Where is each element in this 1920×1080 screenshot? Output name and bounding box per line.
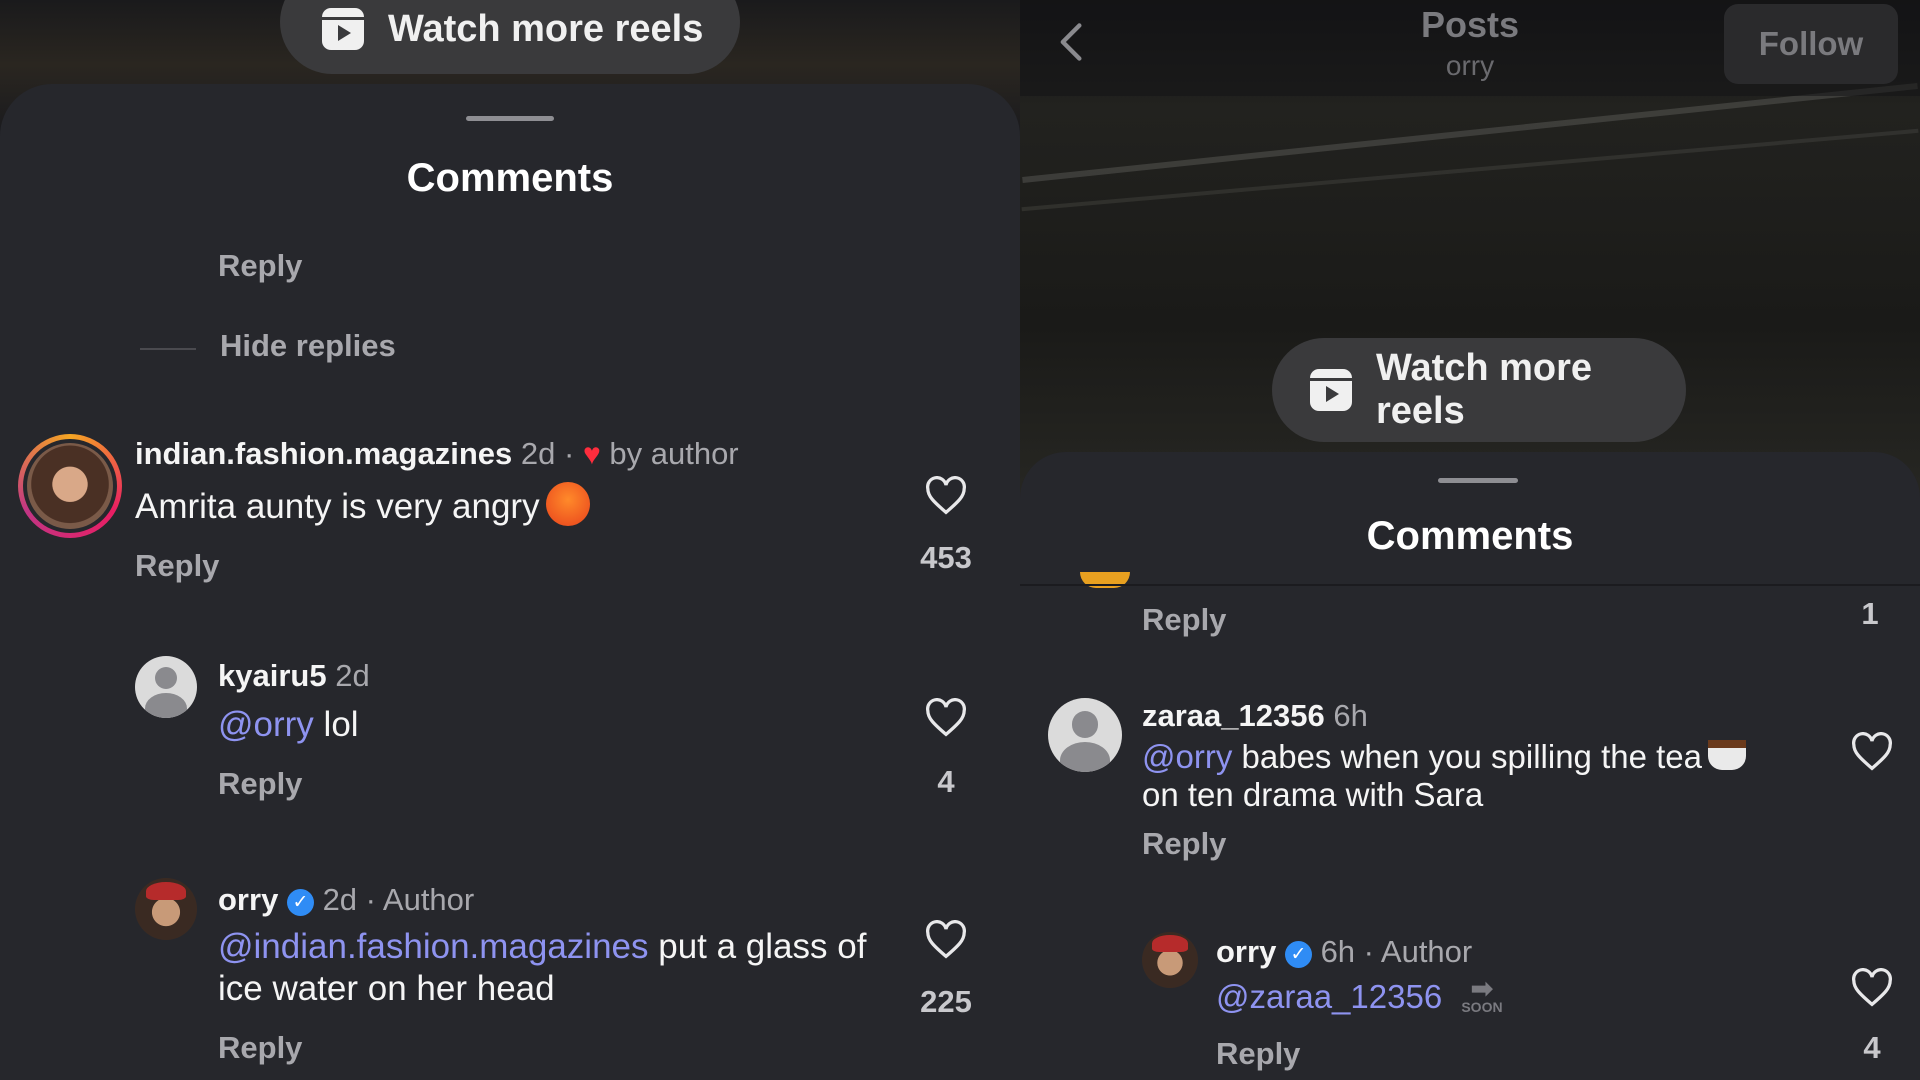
comment-header: kyairu5 2d [218, 658, 370, 694]
avatar[interactable] [18, 434, 122, 538]
sheet-grabber[interactable] [466, 116, 554, 121]
watch-more-reels-button[interactable]: Watch more reels [1272, 338, 1686, 442]
liked-by-author-badge: by author [609, 436, 739, 471]
avatar[interactable] [1048, 698, 1122, 772]
heart-outline-icon[interactable] [1850, 968, 1894, 1008]
comment-username[interactable]: kyairu5 [218, 658, 327, 693]
mention-link[interactable]: @orry [1142, 738, 1232, 775]
like-count: 4 [937, 764, 955, 799]
watch-more-label: Watch more reels [388, 7, 704, 50]
verified-badge-icon: ✓ [1284, 941, 1312, 968]
watch-more-reels-button[interactable]: Watch more reels [280, 0, 740, 74]
soon-arrow-emoji-icon: ➡ SOON [1461, 973, 1503, 1015]
comment-text: Amrita aunty is very angry [135, 487, 540, 526]
comment-body: @orry lol [218, 704, 359, 746]
comment-time: 2d [322, 882, 358, 917]
comment-username[interactable]: orry [218, 882, 278, 917]
like-count: 225 [920, 984, 972, 1019]
heart-outline-icon[interactable] [1850, 732, 1894, 772]
comment-body: @indian.fashion.magazines put a glass of… [218, 926, 898, 1010]
comment-header: orry ✓ 6h · Author [1216, 934, 1472, 970]
mention-link[interactable]: @zaraa_12356 [1216, 978, 1442, 1015]
soon-label: SOON [1461, 999, 1503, 1015]
avatar[interactable] [135, 878, 197, 940]
mention-link[interactable]: @indian.fashion.magazines [218, 927, 649, 966]
comment-time: 2d [520, 436, 556, 471]
watch-more-label: Watch more reels [1376, 347, 1593, 432]
comments-title: Comments [1366, 514, 1574, 558]
heart-filled-icon: ♥ [582, 438, 601, 471]
heart-outline-icon[interactable] [924, 698, 968, 738]
comment-text: babes when you spilling the tea [1232, 738, 1703, 775]
comment-time: 6h [1333, 698, 1368, 733]
sheet-grabber[interactable] [1438, 478, 1518, 483]
right-panel: Posts orry Follow Watch more reels Comme… [1020, 0, 1920, 1080]
divider [1020, 584, 1920, 586]
author-badge: Author [382, 882, 475, 917]
avatar[interactable] [135, 656, 197, 718]
meta-separator: · [563, 436, 575, 471]
comments-title: Comments [406, 156, 614, 200]
comment-username[interactable]: indian.fashion.magazines [135, 436, 512, 471]
comment-body: Amrita aunty is very angry [135, 482, 590, 528]
background-railing [1021, 128, 1919, 212]
meta-separator: · [365, 882, 376, 917]
comment-text: lol [313, 705, 359, 744]
tea-cup-emoji-icon [1708, 740, 1746, 770]
angry-face-emoji-icon [545, 482, 590, 526]
reply-button[interactable]: Reply [218, 766, 302, 802]
follow-button[interactable]: Follow [1724, 4, 1898, 84]
hide-replies-divider [140, 348, 196, 350]
avatar[interactable] [1142, 932, 1198, 988]
reels-icon [1310, 369, 1352, 411]
reply-button[interactable]: Reply [1142, 602, 1226, 638]
comment-time: 2d [335, 658, 370, 693]
verified-badge-icon: ✓ [286, 889, 314, 916]
like-count: 453 [920, 540, 972, 575]
comments-sheet: Comments Reply 1 zaraa_12356 6h @orry ba… [1020, 452, 1920, 1080]
left-panel: Watch more reels Comments Reply Hide rep… [0, 0, 1020, 1080]
hide-replies-button[interactable]: Hide replies [220, 328, 396, 364]
reply-button[interactable]: Reply [135, 548, 219, 584]
reels-icon [322, 8, 364, 50]
like-count: 1 [1861, 596, 1879, 631]
like-count: 4 [1863, 1030, 1881, 1065]
comments-sheet: Comments Reply Hide replies indian.fashi… [0, 84, 1020, 1080]
comment-body: @zaraa_12356 ➡ SOON [1216, 973, 1503, 1018]
reply-button[interactable]: Reply [218, 248, 302, 284]
heart-outline-icon[interactable] [924, 476, 968, 516]
comment-text-line2: on ten drama with Sara [1142, 776, 1484, 813]
comment-body: @orry babes when you spilling the tea on… [1142, 738, 1802, 814]
reply-button[interactable]: Reply [218, 1030, 302, 1066]
comment-username[interactable]: zaraa_12356 [1142, 698, 1325, 733]
comment-header: orry ✓ 2d · Author [218, 882, 474, 918]
comment-header: indian.fashion.magazines 2d · ♥ by autho… [135, 436, 739, 472]
author-badge: Author [1380, 934, 1473, 969]
reply-button[interactable]: Reply [1142, 826, 1226, 862]
comment-time: 6h [1320, 934, 1356, 969]
comment-header: zaraa_12356 6h [1142, 698, 1368, 734]
top-bar: Posts orry Follow [1020, 0, 1920, 96]
comment-username[interactable]: orry [1216, 934, 1276, 969]
reply-button[interactable]: Reply [1216, 1036, 1300, 1072]
mention-link[interactable]: @orry [218, 705, 314, 744]
heart-outline-icon[interactable] [924, 920, 968, 960]
meta-separator: · [1363, 934, 1374, 969]
